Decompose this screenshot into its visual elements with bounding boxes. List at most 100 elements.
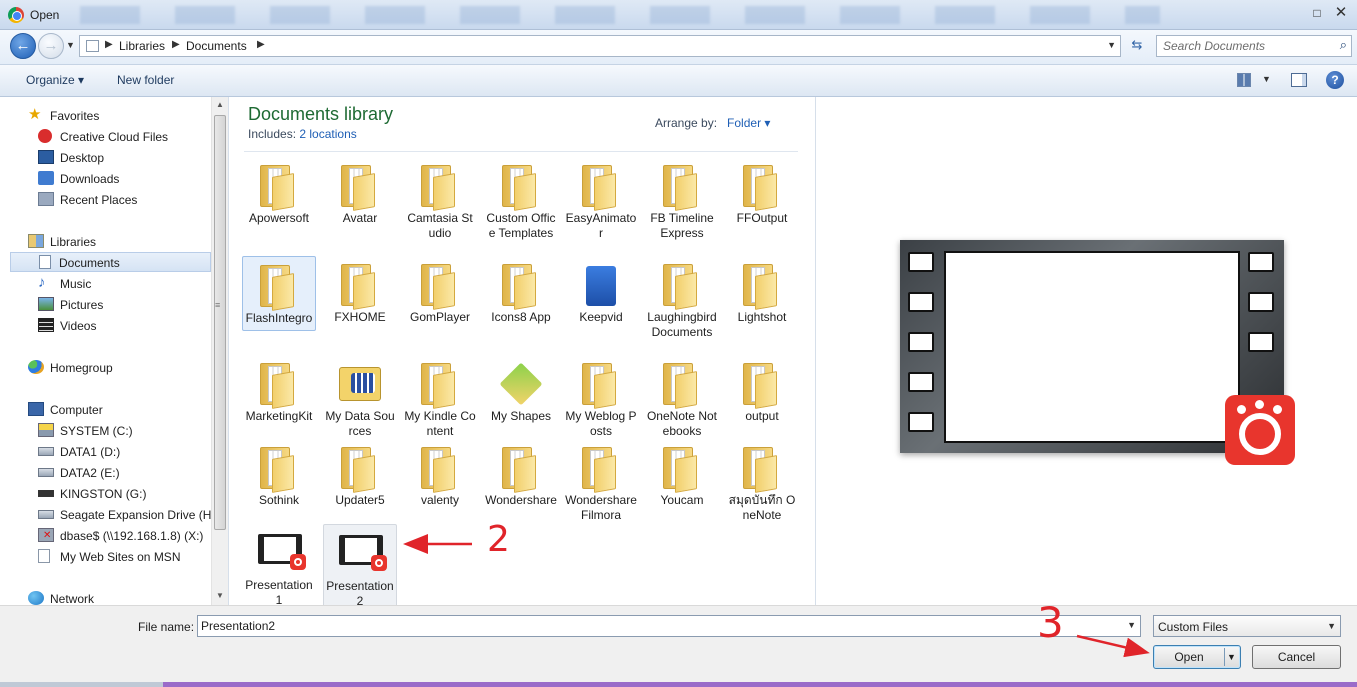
- change-view-icon[interactable]: [1237, 73, 1251, 87]
- folder-item[interactable]: OneNote Notebooks: [645, 355, 719, 439]
- nav-item-documents[interactable]: Documents: [10, 252, 211, 272]
- folder-item[interactable]: Camtasia Studio: [403, 157, 477, 241]
- annotation-step-2: 2: [487, 519, 510, 560]
- cancel-button[interactable]: Cancel: [1252, 645, 1341, 669]
- library-includes: Includes: 2 locations: [248, 127, 357, 141]
- folder-item[interactable]: My Shapes: [484, 355, 558, 424]
- library-title: Documents library: [248, 104, 394, 124]
- recent-places-icon: [38, 192, 54, 206]
- recent-locations-dropdown[interactable]: ▼: [66, 40, 75, 50]
- address-bar: ← → ▼ ▶ Libraries ▶ Documents ▶ ▼ ⇆ ⌕: [0, 30, 1357, 64]
- folder-item[interactable]: Wondershare Filmora: [564, 439, 638, 523]
- folder-item[interactable]: valenty: [403, 439, 477, 508]
- folder-item[interactable]: Lightshot: [725, 256, 799, 325]
- folder-item[interactable]: EasyAnimator: [564, 157, 638, 241]
- search-icon[interactable]: ⌕: [1340, 37, 1347, 53]
- folder-item[interactable]: Avatar: [323, 157, 397, 226]
- folder-icon: [739, 357, 785, 409]
- hard-drive-icon: [38, 510, 54, 519]
- chevron-right-icon[interactable]: ▶: [257, 39, 265, 50]
- chevron-down-icon[interactable]: ▼: [1262, 74, 1271, 84]
- nav-label: Seagate Expansion Drive (H:): [60, 508, 219, 522]
- folder-icon: [256, 357, 302, 409]
- file-item[interactable]: Presentation1: [242, 524, 316, 608]
- chevron-right-icon[interactable]: ▶: [172, 39, 180, 50]
- folder-item[interactable]: Laughingbird Documents: [645, 256, 719, 340]
- search-box[interactable]: ⌕: [1156, 35, 1352, 57]
- file-item[interactable]: Presentation2: [323, 524, 397, 614]
- folder-icon: [739, 159, 785, 211]
- folder-item[interactable]: Youcam: [645, 439, 719, 508]
- scroll-thumb[interactable]: [214, 115, 226, 530]
- breadcrumb-libraries[interactable]: Libraries: [119, 39, 165, 53]
- chevron-right-icon[interactable]: ▶: [105, 39, 113, 50]
- video-file-preview-icon: [900, 240, 1295, 465]
- folder-item[interactable]: FlashIntegro: [242, 256, 316, 331]
- open-options-dropdown[interactable]: ▼: [1227, 646, 1236, 668]
- folder-item[interactable]: Updater5: [323, 439, 397, 508]
- help-icon[interactable]: ?: [1326, 71, 1344, 89]
- folder-item[interactable]: FXHOME: [323, 256, 397, 325]
- close-button[interactable]: ✕: [1331, 3, 1351, 23]
- folder-item[interactable]: GomPlayer: [403, 256, 477, 325]
- open-button[interactable]: Open ▼: [1153, 645, 1241, 669]
- nav-label: Pictures: [60, 298, 104, 312]
- item-label: Apowersoft: [248, 211, 310, 225]
- scroll-up-icon[interactable]: ▲: [216, 100, 224, 109]
- maximize-button[interactable]: □: [1307, 3, 1327, 23]
- back-button[interactable]: ←: [10, 33, 36, 59]
- item-label: MarketingKit: [245, 409, 313, 423]
- nav-label: My Web Sites on MSN: [60, 550, 181, 564]
- folder-item[interactable]: output: [725, 355, 799, 424]
- folder-item[interactable]: สมุดบันทึก OneNote: [725, 439, 799, 523]
- folder-icon: [739, 441, 785, 493]
- forward-button[interactable]: →: [38, 33, 64, 59]
- folder-icon: [498, 258, 544, 310]
- item-label: EasyAnimator: [565, 211, 637, 240]
- breadcrumb[interactable]: ▶ Libraries ▶ Documents ▶ ▼: [79, 35, 1121, 57]
- folder-item[interactable]: FFOutput: [725, 157, 799, 226]
- new-folder-button[interactable]: New folder: [117, 73, 174, 87]
- file-name-input[interactable]: [201, 618, 1111, 634]
- folder-item[interactable]: Sothink: [242, 439, 316, 508]
- folder-icon: [256, 159, 302, 211]
- open-button-label[interactable]: Open: [1154, 646, 1224, 668]
- folder-item[interactable]: Wondershare: [484, 439, 558, 508]
- folder-item[interactable]: Icons8 App: [484, 256, 558, 325]
- title-bar: Open □ ✕: [0, 0, 1357, 30]
- folder-item[interactable]: My Weblog Posts: [564, 355, 638, 439]
- folder-item[interactable]: FB Timeline Express: [645, 157, 719, 241]
- downloads-icon: [38, 171, 54, 185]
- hard-drive-icon: [38, 468, 54, 477]
- refresh-button[interactable]: ⇆: [1126, 37, 1148, 57]
- chevron-down-icon[interactable]: ▼: [1107, 40, 1116, 50]
- chevron-down-icon[interactable]: ▼: [1127, 620, 1136, 630]
- folder-item[interactable]: Apowersoft: [242, 157, 316, 226]
- file-name-combobox[interactable]: ▼: [197, 615, 1141, 637]
- folder-item[interactable]: My Kindle Content: [403, 355, 477, 439]
- item-label: FFOutput: [736, 211, 788, 225]
- preview-pane-icon[interactable]: [1291, 73, 1307, 87]
- web-folder-icon: [38, 549, 50, 563]
- folder-item[interactable]: MarketingKit: [242, 355, 316, 424]
- search-input[interactable]: [1163, 38, 1333, 54]
- scroll-down-icon[interactable]: ▼: [216, 591, 224, 600]
- file-type-select[interactable]: Custom Files ▼: [1153, 615, 1341, 637]
- file-type-value: Custom Files: [1158, 620, 1229, 634]
- nav-label: DATA1 (D:): [60, 445, 121, 459]
- item-label: My Kindle Content: [404, 409, 476, 438]
- item-label: Avatar: [342, 211, 378, 225]
- organize-button[interactable]: Organize ▾: [26, 73, 84, 87]
- libraries-icon: [28, 234, 44, 248]
- item-label: Lightshot: [737, 310, 787, 324]
- arrange-by: Arrange by: Folder ▾: [655, 116, 770, 130]
- nav-scrollbar[interactable]: ▲ ≡ ▼: [211, 97, 228, 605]
- locations-link[interactable]: 2 locations: [299, 127, 356, 141]
- chrome-icon: [8, 7, 24, 23]
- folder-item[interactable]: Keepvid: [564, 256, 638, 325]
- folder-item[interactable]: My Data Sources: [323, 355, 397, 439]
- includes-label: Includes:: [248, 127, 297, 141]
- arrange-by-dropdown[interactable]: Folder ▾: [727, 116, 770, 130]
- folder-item[interactable]: Custom Office Templates: [484, 157, 558, 241]
- breadcrumb-documents[interactable]: Documents: [186, 39, 247, 53]
